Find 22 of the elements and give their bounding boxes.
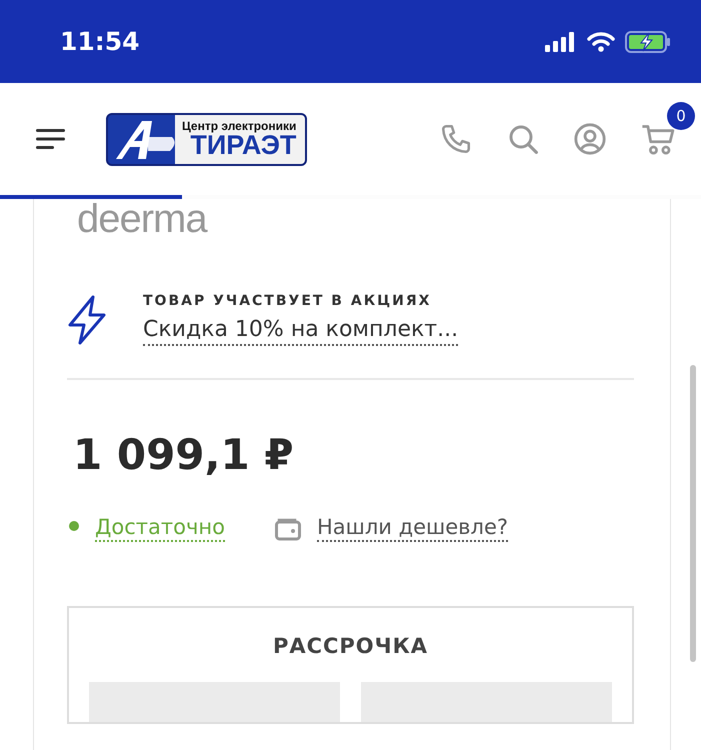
logo-tagline: Центр электроники bbox=[182, 120, 296, 132]
phone-icon[interactable] bbox=[439, 122, 473, 156]
signal-icon bbox=[545, 32, 577, 52]
installment-title: РАССРОЧКА bbox=[272, 634, 428, 658]
promo-link[interactable]: Скидка 10% на комплект... bbox=[143, 317, 458, 346]
status-time: 11:54 bbox=[60, 27, 140, 56]
store-logo[interactable]: Центр электроники ТИРАЭТ bbox=[106, 112, 307, 166]
cart-icon[interactable] bbox=[641, 122, 677, 156]
user-icon[interactable] bbox=[573, 122, 607, 156]
menu-icon[interactable] bbox=[36, 128, 66, 150]
promo-heading: ТОВАР УЧАСТВУЕТ В АКЦИЯХ bbox=[143, 293, 432, 309]
logo-name: ТИРАЭТ bbox=[190, 132, 296, 158]
battery-icon bbox=[625, 30, 671, 52]
cart-count-badge: 0 bbox=[667, 102, 695, 130]
price: 1 099,1 ₽ bbox=[73, 430, 294, 479]
wallet-icon bbox=[274, 516, 301, 540]
found-cheaper-link[interactable]: Нашли дешевле? bbox=[316, 515, 508, 542]
lightning-icon bbox=[67, 294, 107, 344]
brand-logo: deerma bbox=[77, 197, 207, 241]
scrollbar[interactable] bbox=[690, 365, 696, 662]
search-icon[interactable] bbox=[507, 123, 539, 155]
wifi-icon bbox=[587, 31, 615, 52]
